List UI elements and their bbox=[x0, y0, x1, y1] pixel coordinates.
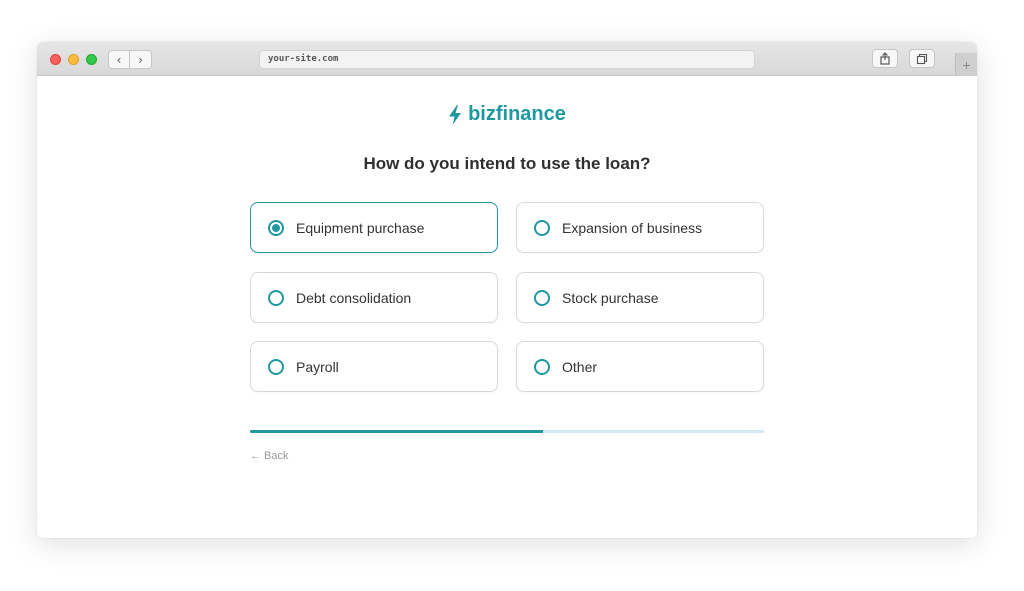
tabs-icon bbox=[916, 53, 928, 64]
progress-bar-fill bbox=[250, 430, 543, 433]
radio-button[interactable] bbox=[268, 219, 284, 236]
browser-titlebar: ‹ › your-site.com + bbox=[37, 42, 977, 76]
option-label: Equipment purchase bbox=[296, 219, 425, 236]
question-title: How do you intend to use the loan? bbox=[363, 154, 651, 173]
share-button[interactable] bbox=[872, 49, 898, 68]
nav-forward-button[interactable]: › bbox=[130, 50, 152, 69]
maximize-window-button[interactable] bbox=[86, 54, 97, 65]
page-content: bizfinance How do you intend to use the … bbox=[37, 77, 977, 538]
minimize-window-button[interactable] bbox=[68, 54, 79, 65]
chevron-left-icon: ‹ bbox=[116, 52, 122, 67]
radio-button[interactable] bbox=[534, 219, 550, 236]
option-card[interactable]: Payroll bbox=[250, 341, 498, 392]
radio-button[interactable] bbox=[268, 358, 284, 375]
option-card[interactable]: Stock purchase bbox=[516, 272, 764, 323]
tabs-overview-button[interactable] bbox=[909, 49, 935, 68]
new-tab-button[interactable]: + bbox=[955, 53, 977, 76]
option-card[interactable]: Equipment purchase bbox=[250, 202, 498, 253]
plus-icon: + bbox=[962, 56, 971, 73]
option-label: Payroll bbox=[296, 358, 339, 375]
close-window-button[interactable] bbox=[50, 54, 61, 65]
share-icon bbox=[880, 52, 890, 65]
option-label: Debt consolidation bbox=[296, 289, 412, 306]
nav-back-button[interactable]: ‹ bbox=[108, 50, 130, 69]
option-label: Stock purchase bbox=[562, 289, 659, 306]
radio-selected-dot bbox=[272, 223, 280, 232]
lightning-bolt-icon bbox=[449, 104, 462, 125]
option-label: Expansion of business bbox=[562, 219, 703, 236]
address-bar[interactable]: your-site.com bbox=[259, 50, 755, 69]
radio-button[interactable] bbox=[268, 289, 284, 306]
chevron-right-icon: › bbox=[138, 52, 143, 67]
option-label: Other bbox=[562, 358, 598, 375]
option-card[interactable]: Debt consolidation bbox=[250, 272, 498, 323]
browser-window: ‹ › your-site.com + bizfinance How do yo… bbox=[37, 42, 977, 538]
radio-button[interactable] bbox=[534, 358, 550, 375]
option-card[interactable]: Other bbox=[516, 341, 764, 392]
back-link[interactable]: ← Back bbox=[250, 450, 289, 462]
brand-name: bizfinance bbox=[468, 103, 566, 125]
brand-logo: bizfinance bbox=[37, 103, 977, 126]
progress-bar bbox=[250, 430, 764, 433]
radio-button[interactable] bbox=[534, 289, 550, 306]
option-card[interactable]: Expansion of business bbox=[516, 202, 764, 253]
